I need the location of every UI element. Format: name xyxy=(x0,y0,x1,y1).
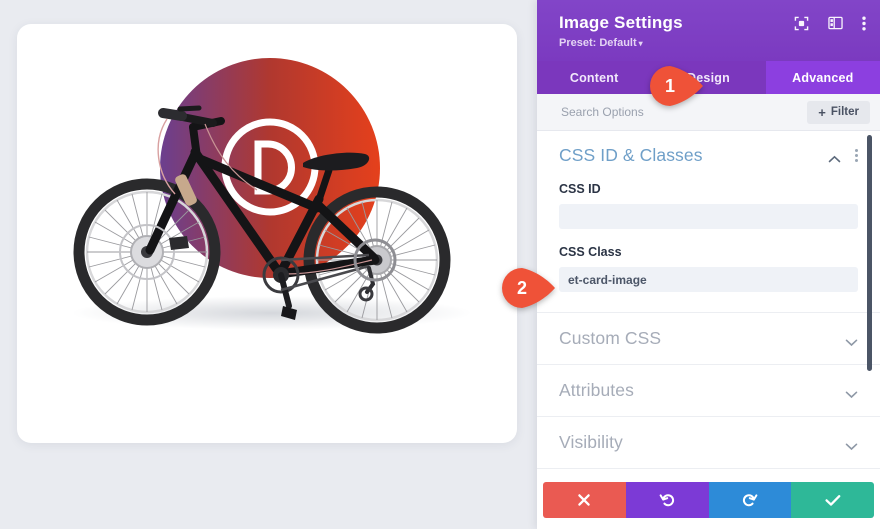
section-custom-css[interactable]: Custom CSS xyxy=(537,313,880,365)
section-header[interactable]: CSS ID & Classes xyxy=(559,145,858,166)
css-id-input[interactable] xyxy=(559,204,858,229)
field-label-css-id: CSS ID xyxy=(559,182,601,196)
section-css-id-classes: CSS ID & Classes CSS ID CSS Class et-car… xyxy=(537,131,880,313)
image-preview-canvas xyxy=(0,0,537,529)
chevron-down-icon[interactable] xyxy=(845,386,858,399)
check-icon xyxy=(825,494,840,506)
preset-label: Preset: Default xyxy=(559,37,637,49)
section-visibility[interactable]: Visibility xyxy=(537,417,880,469)
section-title: CSS ID & Classes xyxy=(559,145,703,165)
layout-columns-icon[interactable] xyxy=(828,16,843,31)
undo-button[interactable] xyxy=(625,482,709,518)
panel-header-actions xyxy=(794,16,866,31)
field-css-class: CSS Class xyxy=(559,245,858,292)
tab-design[interactable]: Design xyxy=(651,61,765,94)
preset-selector[interactable]: Preset: Default ▾ xyxy=(559,36,864,51)
redo-icon xyxy=(742,494,758,507)
filter-button-label: Filter xyxy=(830,106,859,118)
chevron-down-icon: ▾ xyxy=(638,39,643,48)
focus-icon[interactable] xyxy=(794,16,809,31)
panel-header: Image Settings Preset: Default ▾ xyxy=(537,0,880,61)
tab-content[interactable]: Content xyxy=(537,61,651,94)
cancel-button[interactable] xyxy=(543,482,626,518)
field-label-css-class: CSS Class xyxy=(559,245,622,259)
close-icon xyxy=(578,494,591,506)
panel-footer xyxy=(543,482,874,518)
kebab-menu-icon[interactable] xyxy=(862,16,866,31)
scrollbar-thumb[interactable] xyxy=(867,135,872,371)
section-header-icons xyxy=(828,149,858,163)
section-kebab-menu-icon[interactable] xyxy=(855,149,858,162)
css-class-input[interactable] xyxy=(559,267,858,292)
image-settings-panel: Image Settings Preset: Default ▾ Content… xyxy=(537,0,880,529)
chevron-down-icon[interactable] xyxy=(845,438,858,451)
search-input[interactable] xyxy=(559,104,808,120)
bicycle-image xyxy=(72,58,472,334)
search-options-row: + Filter xyxy=(537,94,880,131)
chevron-down-icon[interactable] xyxy=(845,334,858,347)
image-preview-card[interactable] xyxy=(17,24,517,443)
undo-icon xyxy=(659,494,675,507)
field-css-id: CSS ID xyxy=(559,182,858,229)
save-button[interactable] xyxy=(791,482,874,518)
tab-advanced[interactable]: Advanced xyxy=(765,61,880,94)
section-title: Attributes xyxy=(559,380,634,400)
chevron-up-icon[interactable] xyxy=(828,151,841,163)
settings-tab-bar: Content Design Advanced xyxy=(537,61,880,94)
section-title: Custom CSS xyxy=(559,328,662,348)
filter-button[interactable]: + Filter xyxy=(807,100,870,124)
redo-button[interactable] xyxy=(708,482,792,518)
settings-body: CSS ID & Classes CSS ID CSS Class et-car… xyxy=(537,131,880,482)
plus-icon: + xyxy=(818,104,826,120)
section-title: Visibility xyxy=(559,432,623,452)
section-attributes[interactable]: Attributes xyxy=(537,365,880,417)
